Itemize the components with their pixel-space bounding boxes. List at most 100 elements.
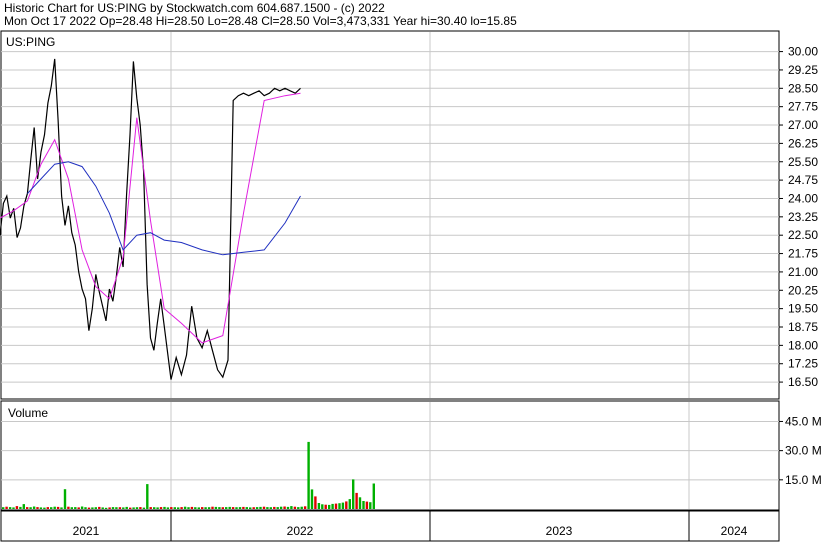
volume-bar	[214, 506, 218, 509]
volume-bar	[183, 506, 187, 509]
volume-bar	[194, 507, 197, 509]
price-tick-label: 18.00	[788, 338, 818, 352]
volume-bar	[156, 507, 159, 509]
volume-axis: 45.0 M 30.0 M 15.0 M	[779, 414, 822, 487]
volume-bar	[276, 507, 279, 509]
volume-panel-label: Volume	[8, 406, 48, 420]
volume-bar	[225, 507, 228, 509]
volume-bar	[19, 506, 22, 509]
volume-bar	[238, 507, 242, 509]
volume-bar	[197, 507, 200, 509]
price-tick-label: 17.25	[788, 357, 818, 371]
volume-bar	[231, 507, 235, 509]
volume-bar	[314, 496, 317, 509]
volume-bar	[341, 502, 345, 509]
volume-bar	[180, 507, 183, 509]
volume-bar	[204, 507, 207, 509]
volume-bar	[87, 507, 91, 509]
volume-tick-label: 45.0 M	[785, 414, 822, 428]
volume-bar	[283, 506, 286, 509]
price-tick-label: 18.75	[788, 320, 818, 334]
price-tick-label: 27.00	[788, 118, 818, 132]
x-axis-year-label: 2023	[546, 524, 573, 538]
volume-bar	[207, 507, 211, 509]
price-tick-label: 21.75	[788, 247, 818, 261]
volume-bar	[235, 507, 238, 509]
price-tick-label: 26.25	[788, 136, 818, 150]
volume-bar	[149, 507, 152, 509]
price-panel	[0, 30, 780, 400]
x-axis-year-label: 2024	[721, 524, 748, 538]
volume-bar	[190, 506, 194, 509]
volume-bar	[218, 507, 221, 509]
volume-bar	[63, 489, 67, 509]
volume-bar	[321, 504, 324, 509]
volume-bar	[362, 501, 365, 509]
volume-bar	[300, 506, 303, 509]
price-tick-label: 29.25	[788, 63, 818, 77]
volume-bar	[324, 504, 327, 509]
volume-bar	[228, 506, 231, 509]
x-axis-year-label: 2022	[287, 524, 314, 538]
volume-bar	[104, 507, 108, 509]
volume-tick-label: 30.0 M	[785, 444, 822, 458]
volume-bar	[36, 507, 39, 509]
price-tick-label: 20.25	[788, 283, 818, 297]
volume-bar	[91, 507, 94, 509]
volume-bar	[262, 506, 266, 509]
volume-bar	[170, 507, 173, 509]
x-axis	[0, 510, 780, 542]
volume-bar	[56, 506, 60, 509]
volume-bar	[242, 506, 245, 509]
volume-bar	[249, 507, 252, 509]
volume-bar	[108, 507, 111, 509]
volume-bar	[125, 506, 128, 509]
volume-bar	[211, 506, 214, 509]
volume-bar	[118, 507, 122, 509]
volume-bar	[60, 507, 63, 509]
volume-bar	[345, 501, 348, 509]
volume-bar	[290, 506, 293, 509]
volume-bar	[153, 507, 156, 509]
volume-bar	[365, 501, 369, 509]
price-tick-label: 25.50	[788, 155, 818, 169]
volume-bar	[372, 483, 375, 509]
volume-bar	[146, 484, 149, 509]
volume-bar	[70, 507, 73, 509]
volume-bar	[358, 497, 362, 509]
volume-bar	[303, 506, 307, 509]
volume-bar	[279, 506, 283, 509]
price-tick-label: 23.25	[788, 210, 818, 224]
volume-bar	[80, 506, 84, 509]
volume-bar	[135, 507, 139, 509]
volume-bar	[334, 503, 338, 509]
volume-bar	[94, 507, 97, 509]
volume-bar	[328, 504, 331, 509]
volume-bar	[84, 507, 87, 509]
volume-bar	[166, 507, 170, 509]
volume-bar	[2, 507, 5, 509]
volume-bar	[173, 507, 176, 509]
volume-bar	[221, 507, 224, 509]
volume-bar	[53, 506, 56, 509]
volume-bar	[132, 507, 135, 509]
volume-bar	[187, 507, 190, 509]
volume-bar	[159, 507, 163, 509]
volume-bar	[369, 502, 372, 509]
volume-bar	[245, 507, 248, 509]
volume-bar	[46, 507, 49, 509]
price-tick-label: 28.50	[788, 81, 818, 95]
stock-chart: 30.00 29.25 28.50 27.75 27.00 26.25 25.50 24.75…	[0, 30, 822, 542]
volume-bar	[74, 507, 77, 509]
volume-bar	[122, 507, 125, 509]
volume-bar	[77, 507, 80, 509]
price-axis: 30.00 29.25 28.50 27.75 27.00 26.25 25.50 24.75…	[779, 45, 818, 389]
volume-bar	[307, 441, 310, 509]
volume-bar	[67, 506, 70, 509]
price-tick-label: 19.50	[788, 302, 818, 316]
volume-bar	[139, 507, 142, 509]
volume-bar	[266, 507, 269, 509]
volume-bar	[297, 507, 300, 509]
volume-bar	[29, 507, 32, 509]
volume-bar	[252, 507, 255, 509]
